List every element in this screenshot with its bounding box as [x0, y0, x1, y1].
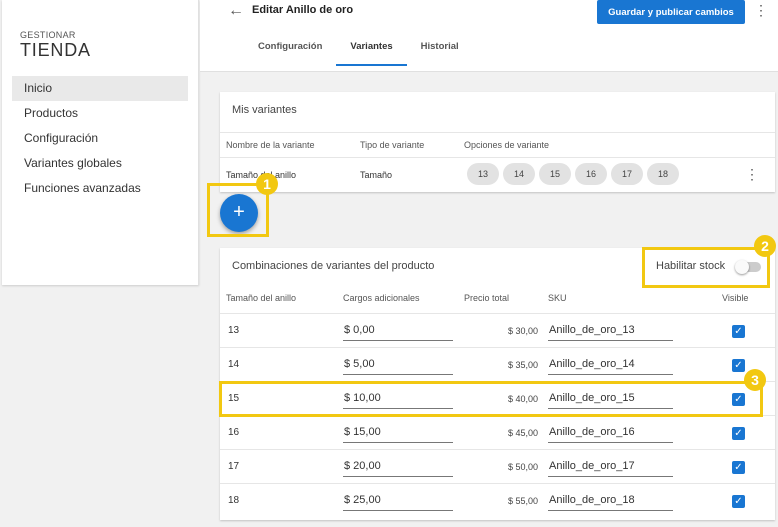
combinations-card-title: Combinaciones de variantes del producto	[232, 260, 435, 272]
column-header: Opciones de variante	[464, 140, 550, 150]
size-cell: 13	[228, 325, 240, 336]
option-chip[interactable]: 17	[611, 163, 643, 185]
column-header: Tipo de variante	[360, 140, 425, 150]
table-row: 18 $ 25,00 $ 55,00 Anillo_de_oro_18 ✓	[220, 484, 775, 518]
column-header: Nombre de la variante	[226, 140, 315, 150]
price-cell: $ 50,00	[507, 462, 538, 472]
sku-input[interactable]: Anillo_de_oro_18	[548, 489, 673, 511]
variants-table-header: Nombre de la variante Tipo de variante O…	[220, 132, 775, 158]
sidebar-item-productos[interactable]: Productos	[12, 101, 188, 126]
charge-input[interactable]: $ 5,00	[343, 353, 453, 375]
variants-card-title: Mis variantes	[232, 104, 297, 116]
price-cell: $ 30,00	[507, 326, 538, 336]
visible-checkbox[interactable]: ✓	[732, 427, 745, 440]
arrow-left-icon[interactable]: ←	[228, 2, 244, 20]
size-cell: 18	[228, 495, 240, 506]
callout-badge-2: 2	[754, 235, 776, 257]
charge-input[interactable]: $ 0,00	[343, 319, 453, 341]
callout-badge-3: 3	[744, 369, 766, 391]
column-header: SKU	[548, 293, 567, 303]
visible-checkbox[interactable]: ✓	[732, 325, 745, 338]
page-header: ← Editar Anillo de oro Guardar y publica…	[200, 0, 778, 72]
sidebar: GESTIONAR TIENDA Inicio Productos Config…	[2, 0, 199, 285]
variant-type: Tamaño	[360, 170, 393, 180]
table-row: 17 $ 20,00 $ 50,00 Anillo_de_oro_17 ✓	[220, 450, 775, 484]
option-chip[interactable]: 15	[539, 163, 571, 185]
more-vertical-icon[interactable]: ⋮	[745, 166, 759, 184]
variants-card: Mis variantes Nombre de la variante Tipo…	[220, 92, 775, 192]
price-cell: $ 35,00	[507, 360, 538, 370]
brand-title: TIENDA	[20, 40, 91, 60]
column-header: Cargos adicionales	[343, 293, 420, 303]
sidebar-nav: Inicio Productos Configuración Variantes…	[12, 76, 188, 201]
variant-row[interactable]: Tamaño del anillo Tamaño 13 14 15 16 17 …	[220, 158, 775, 192]
price-cell: $ 45,00	[507, 428, 538, 438]
more-vertical-icon[interactable]: ⋮	[754, 2, 768, 20]
sku-input[interactable]: Anillo_de_oro_17	[548, 455, 673, 477]
tab-bar: Configuración Variantes Historial	[244, 34, 473, 66]
visible-checkbox[interactable]: ✓	[732, 495, 745, 508]
charge-input[interactable]: $ 15,00	[343, 421, 453, 443]
column-header: Precio total	[464, 293, 510, 303]
tab-variantes[interactable]: Variantes	[336, 34, 407, 66]
callout-box-2	[642, 247, 770, 288]
table-row: 14 $ 5,00 $ 35,00 Anillo_de_oro_14 ✓	[220, 348, 775, 382]
save-publish-button[interactable]: Guardar y publicar cambios	[597, 0, 745, 24]
table-row: 16 $ 15,00 $ 45,00 Anillo_de_oro_16 ✓	[220, 416, 775, 450]
size-cell: 16	[228, 427, 240, 438]
tab-configuracion[interactable]: Configuración	[244, 34, 336, 66]
charge-input[interactable]: $ 25,00	[343, 489, 453, 511]
combinations-table-header: Tamaño del anillo Cargos adicionales Pre…	[220, 286, 775, 314]
table-row: 13 $ 0,00 $ 30,00 Anillo_de_oro_13 ✓	[220, 314, 775, 348]
tab-historial[interactable]: Historial	[407, 34, 473, 66]
option-chip[interactable]: 13	[467, 163, 499, 185]
sku-input[interactable]: Anillo_de_oro_16	[548, 421, 673, 443]
sidebar-item-inicio[interactable]: Inicio	[12, 76, 188, 101]
column-header: Tamaño del anillo	[226, 293, 297, 303]
option-chip[interactable]: 18	[647, 163, 679, 185]
sidebar-item-variantes-globales[interactable]: Variantes globales	[12, 151, 188, 176]
visible-checkbox[interactable]: ✓	[732, 461, 745, 474]
callout-badge-1: 1	[256, 173, 278, 195]
page-title: Editar Anillo de oro	[252, 4, 354, 16]
column-header: Visible	[722, 293, 749, 303]
brand-subtitle: GESTIONAR	[20, 30, 76, 40]
sku-input[interactable]: Anillo_de_oro_13	[548, 319, 673, 341]
option-chip[interactable]: 16	[575, 163, 607, 185]
variant-options: 13 14 15 16 17 18	[467, 163, 683, 185]
size-cell: 14	[228, 359, 240, 370]
sidebar-item-configuracion[interactable]: Configuración	[12, 126, 188, 151]
option-chip[interactable]: 14	[503, 163, 535, 185]
size-cell: 17	[228, 461, 240, 472]
price-cell: $ 55,00	[507, 496, 538, 506]
visible-checkbox[interactable]: ✓	[732, 359, 745, 372]
callout-box-3	[219, 381, 763, 417]
sidebar-item-funciones-avanzadas[interactable]: Funciones avanzadas	[12, 176, 188, 201]
charge-input[interactable]: $ 20,00	[343, 455, 453, 477]
sku-input[interactable]: Anillo_de_oro_14	[548, 353, 673, 375]
